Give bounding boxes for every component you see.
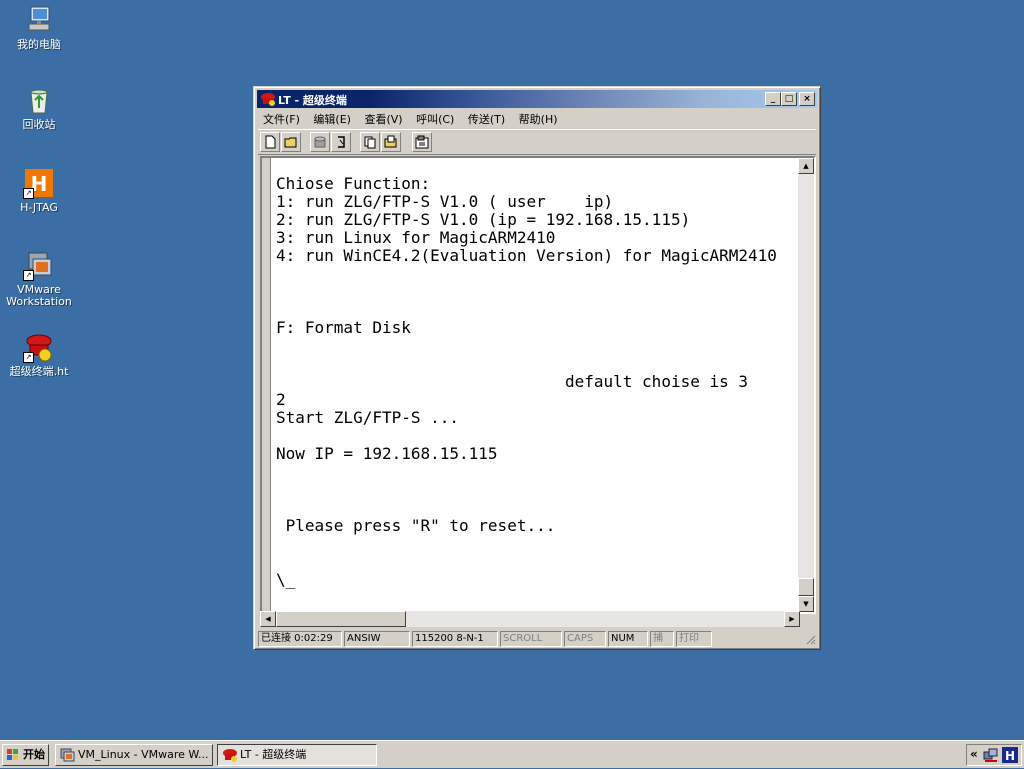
dial-button[interactable]: [310, 132, 330, 152]
status-bar: 已连接 0:02:29 ANSIW 115200 8-N-1 SCROLL CA…: [258, 630, 816, 648]
send-button[interactable]: [360, 132, 380, 152]
start-button[interactable]: 开始: [2, 744, 49, 766]
taskbar-item-hyperterminal[interactable]: LT - 超级终端: [217, 744, 377, 766]
scroll-left-button[interactable]: ◀: [260, 611, 276, 627]
hyperterminal-window: LT - 超级终端 _ □ × 文件(F) 编辑(E) 查看(V) 呼叫(C) …: [253, 86, 821, 650]
hyperterminal-icon: ↗: [23, 331, 55, 363]
taskbar-item-vmware[interactable]: VM_Linux - VMware W...: [55, 744, 213, 766]
terminal-text: Chiose Function: 1: run ZLG/FTP-S V1.0 (…: [276, 174, 777, 589]
desktop-icon-label: 超级终端.ht: [9, 365, 69, 378]
new-icon: [265, 135, 276, 149]
taskbar-item-label: VM_Linux - VMware W...: [78, 748, 209, 761]
title-bar[interactable]: LT - 超级终端 _ □ ×: [257, 90, 817, 108]
menu-transfer[interactable]: 传送(T): [463, 109, 510, 127]
vertical-scrollbar[interactable]: ▲ ▼: [798, 158, 814, 612]
send-icon: [364, 136, 376, 149]
hjtag-tray-icon[interactable]: H: [1002, 747, 1018, 763]
status-scroll: SCROLL: [500, 631, 562, 647]
desktop-icon-label: VMware Workstation: [6, 283, 72, 308]
vmware-icon: ↗: [23, 249, 55, 281]
menu-edit[interactable]: 编辑(E): [308, 109, 356, 127]
shortcut-arrow-icon: ↗: [23, 270, 34, 281]
horizontal-scroll-thumb[interactable]: [276, 611, 406, 627]
vmware-icon: [60, 748, 76, 762]
desktop-icon-my-computer[interactable]: 我的电脑: [1, 4, 77, 51]
desktop-icon-recycle-bin[interactable]: 回收站: [1, 84, 77, 131]
terminal-gutter: [262, 158, 271, 612]
system-tray: « H: [966, 744, 1022, 766]
open-button[interactable]: [281, 132, 301, 152]
taskbar-item-label: LT - 超级终端: [240, 748, 307, 761]
vertical-scroll-thumb[interactable]: [798, 578, 814, 596]
menu-bar: 文件(F) 编辑(E) 查看(V) 呼叫(C) 传送(T) 帮助(H): [258, 109, 816, 127]
windows-logo-icon: [6, 748, 20, 762]
desktop-icon-hyperterminal[interactable]: ↗ 超级终端.ht: [1, 331, 77, 378]
menu-help[interactable]: 帮助(H): [514, 109, 563, 127]
close-button[interactable]: ×: [799, 92, 815, 106]
shortcut-arrow-icon: ↗: [23, 352, 34, 363]
scroll-down-button[interactable]: ▼: [798, 596, 814, 612]
recycle-bin-icon: [23, 84, 55, 116]
window-title: LT - 超级终端: [278, 94, 347, 107]
desktop-icon-hjtag[interactable]: H ↗ H-JTAG: [1, 167, 77, 214]
receive-button[interactable]: [381, 132, 401, 152]
open-icon: [284, 137, 297, 148]
menu-call[interactable]: 呼叫(C): [411, 109, 459, 127]
scroll-up-button[interactable]: ▲: [798, 158, 814, 174]
toolbar: [258, 129, 816, 155]
maximize-button[interactable]: □: [781, 92, 797, 106]
properties-icon: [415, 135, 429, 149]
terminal-area[interactable]: Chiose Function: 1: run ZLG/FTP-S V1.0 (…: [260, 156, 816, 614]
desktop-icon-label: 我的电脑: [17, 38, 61, 51]
tray-chevron-icon[interactable]: «: [970, 747, 978, 761]
status-print: 打印: [676, 631, 712, 647]
new-button[interactable]: [260, 132, 280, 152]
disconnect-button[interactable]: [331, 132, 351, 152]
svg-text:H: H: [1005, 749, 1015, 763]
properties-button[interactable]: [412, 132, 432, 152]
desktop-icon-vmware[interactable]: ↗ VMware Workstation: [1, 249, 77, 308]
menu-view[interactable]: 查看(V): [359, 109, 407, 127]
dial-icon: [314, 136, 326, 148]
disconnect-icon: [338, 136, 345, 148]
horizontal-scrollbar[interactable]: ◀ ▶: [260, 611, 800, 627]
taskbar: 开始 VM_Linux - VMware W... LT - 超级终端 « H: [0, 740, 1024, 768]
start-label: 开始: [23, 748, 45, 761]
scroll-right-button[interactable]: ▶: [784, 611, 800, 627]
desktop-icon-label: 回收站: [22, 118, 56, 131]
my-computer-icon: [23, 4, 55, 36]
network-icon[interactable]: [983, 747, 999, 763]
status-caps: CAPS: [564, 631, 606, 647]
menu-file[interactable]: 文件(F): [258, 109, 305, 127]
shortcut-arrow-icon: ↗: [23, 188, 34, 199]
hjtag-icon: H ↗: [23, 167, 55, 199]
status-port: 115200 8-N-1: [412, 631, 498, 647]
status-emulation: ANSIW: [344, 631, 410, 647]
resize-grip-icon[interactable]: [804, 633, 816, 645]
status-capture: 捕: [650, 631, 674, 647]
receive-icon: [384, 135, 397, 148]
hyperterminal-icon[interactable]: [260, 91, 276, 107]
desktop-icon-label: H-JTAG: [20, 201, 58, 214]
minimize-button[interactable]: _: [765, 92, 781, 106]
hyperterminal-icon: [222, 748, 238, 762]
status-num: NUM: [608, 631, 648, 647]
status-connected: 已连接 0:02:29: [258, 631, 342, 647]
